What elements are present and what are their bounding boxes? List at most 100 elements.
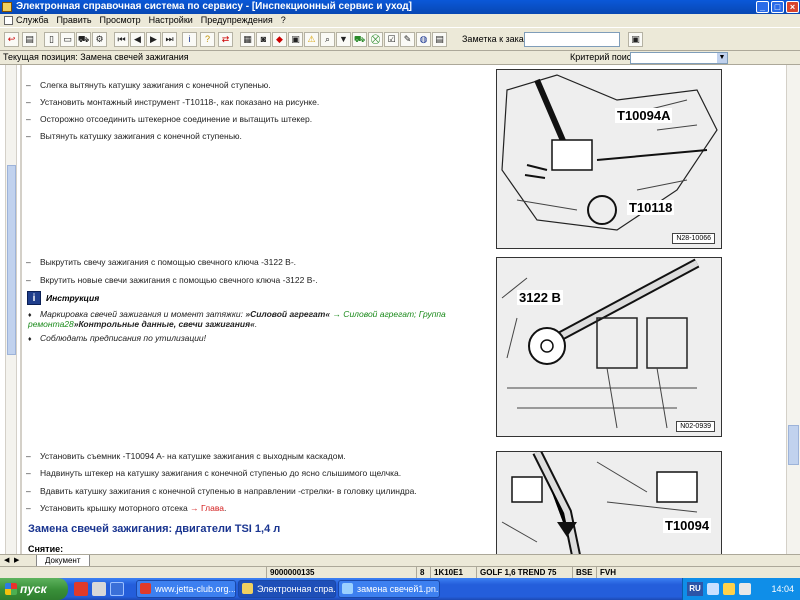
close-button[interactable]: ×: [786, 1, 799, 13]
title-bar: Электронная справочная система по сервис…: [0, 0, 800, 14]
previous-page-icon[interactable]: ◀: [130, 32, 145, 47]
system-tray: RU 14:04: [682, 578, 800, 600]
info-icon[interactable]: i: [182, 32, 197, 47]
engine-illustration: [497, 70, 721, 248]
step-item: – Слегка вытянуть катушку зажигания с кон…: [26, 80, 271, 90]
figure-t10094a: T10094A T10118 N28-10066: [496, 69, 722, 249]
note-icon[interactable]: ▣: [288, 32, 303, 47]
checklist-icon[interactable]: ☑: [384, 32, 399, 47]
status-page: 8: [416, 567, 430, 578]
right-scrollbar[interactable]: [786, 65, 800, 554]
removal-subheading: Снятие:: [28, 544, 64, 554]
figure-tool-label: T10118: [627, 200, 675, 215]
tab-next-icon[interactable]: ▶: [14, 556, 19, 564]
step-item: – Осторожно отсоединить штекерное соедине…: [26, 114, 313, 124]
figure-code: N28-10066: [672, 233, 715, 244]
windows-logo-icon: [5, 583, 17, 595]
scroll-thumb[interactable]: [788, 425, 799, 465]
task-service-system[interactable]: Электронная спра...: [238, 580, 336, 598]
left-scrollbar[interactable]: [5, 65, 17, 554]
search-criteria-select[interactable]: ▼: [630, 52, 728, 64]
spark-plug-illustration: [497, 258, 721, 436]
menu-warnings[interactable]: Предупреждения: [197, 14, 277, 27]
note-bullet: ♦ Соблюдать предписания по утилизации!: [28, 333, 207, 343]
book-icon[interactable]: ▦: [240, 32, 255, 47]
step-item: – Вытянуть катушку зажигания с конечной с…: [26, 131, 242, 141]
window-title: Электронная справочная система по сервис…: [16, 1, 412, 12]
bookmark-icon[interactable]: ◆: [272, 32, 287, 47]
order-note-input[interactable]: [524, 32, 620, 47]
language-indicator[interactable]: RU: [687, 582, 703, 596]
print-icon[interactable]: ▤: [22, 32, 37, 47]
note-bullet: ♦ Маркировка свечей зажигания и момент за…: [28, 309, 446, 329]
step-item: – Установить крышку моторного отсека → Гл…: [26, 503, 227, 513]
vehicle-icon[interactable]: ⛟: [352, 32, 367, 47]
document-tab-bar: ◀ ▶ Документ: [0, 554, 800, 567]
car-icon[interactable]: ⛟: [76, 32, 91, 47]
chapter-link[interactable]: → Глава: [190, 503, 224, 513]
order-note-button[interactable]: ▣: [628, 32, 643, 47]
pen-icon[interactable]: ✎: [400, 32, 415, 47]
status-engine-code: 1K10E1: [430, 567, 476, 578]
status-engine: BSE: [572, 567, 596, 578]
info-note-icon: i: [27, 291, 41, 305]
scroll-thumb[interactable]: [7, 165, 16, 355]
coil-puller-illustration: [497, 452, 721, 554]
tab-prev-icon[interactable]: ◀: [4, 556, 9, 564]
note-title: Инструкция: [46, 293, 100, 303]
open-icon[interactable]: ▭: [60, 32, 75, 47]
filter-icon[interactable]: ▼: [336, 32, 351, 47]
last-page-icon[interactable]: ⏭: [162, 32, 177, 47]
status-bar: 9000000135 8 1K10E1 GOLF 1,6 TREND 75 MS…: [0, 566, 800, 588]
next-page-icon[interactable]: ▶: [146, 32, 161, 47]
opera-icon[interactable]: [74, 582, 88, 596]
minimize-button[interactable]: _: [756, 1, 769, 13]
image-icon: [342, 583, 353, 594]
figure-tool-label: T10094: [663, 518, 712, 533]
volume-icon[interactable]: [723, 583, 735, 595]
clock: 14:04: [771, 584, 794, 594]
globe-icon[interactable]: ◍: [416, 32, 431, 47]
menu-edit[interactable]: Править: [52, 14, 95, 27]
figure-tool-label: T10094A: [615, 108, 673, 123]
search-icon[interactable]: ⌕: [320, 32, 335, 47]
step-item: – Выкрутить свечу зажигания с помощью све…: [26, 257, 297, 267]
tools-icon[interactable]: ⚙: [92, 32, 107, 47]
figure-3122b: 3122 B N02-0939: [496, 257, 722, 437]
menu-settings[interactable]: Настройки: [145, 14, 197, 27]
exit-icon[interactable]: ↩: [4, 32, 19, 47]
task-image-viewer[interactable]: замена свечей1.pn...: [338, 580, 440, 598]
menu-service[interactable]: Служба: [2, 14, 52, 27]
cart-icon[interactable]: ⛒: [368, 32, 383, 47]
status-gearbox: FVH: [596, 567, 636, 578]
taskbar: пуск www.jetta-club.org.... Электронная …: [0, 578, 800, 600]
menu-help[interactable]: ?: [277, 14, 290, 27]
camera-icon[interactable]: ◙: [256, 32, 271, 47]
network-icon[interactable]: [707, 583, 719, 595]
step-item: – Установить съемник -T10094 A- на катушк…: [26, 451, 346, 461]
maximize-button[interactable]: □: [771, 1, 784, 13]
desktop-icon[interactable]: [92, 582, 106, 596]
swap-icon[interactable]: ⇄: [218, 32, 233, 47]
menu-view[interactable]: Просмотр: [96, 14, 145, 27]
task-browser[interactable]: www.jetta-club.org....: [136, 580, 236, 598]
current-position: Текущая позиция: Замена свечей зажигания: [3, 52, 189, 62]
security-icon[interactable]: [739, 583, 751, 595]
document-icon: [4, 16, 13, 25]
help-icon[interactable]: ?: [200, 32, 215, 47]
status-model: GOLF 1,6 TREND 75 MSF: [476, 567, 572, 588]
position-bar: Текущая позиция: Замена свечей зажигания…: [0, 51, 800, 65]
pane-divider[interactable]: [20, 65, 22, 554]
first-page-icon[interactable]: ⏮: [114, 32, 129, 47]
start-button[interactable]: пуск: [0, 578, 68, 600]
opera-icon: [140, 583, 151, 594]
app-icon: [242, 583, 253, 594]
step-item: – Вдавить катушку зажигания с конечной ст…: [26, 486, 417, 496]
step-item: – Надвинуть штекер на катушку зажигания с…: [26, 468, 402, 478]
explorer-icon[interactable]: [110, 582, 124, 596]
new-document-icon[interactable]: ▯: [44, 32, 59, 47]
report-icon[interactable]: ▤: [432, 32, 447, 47]
figure-t10094: T10094: [496, 451, 722, 554]
chevron-down-icon[interactable]: ▼: [717, 53, 727, 63]
warning-icon[interactable]: ⚠: [304, 32, 319, 47]
